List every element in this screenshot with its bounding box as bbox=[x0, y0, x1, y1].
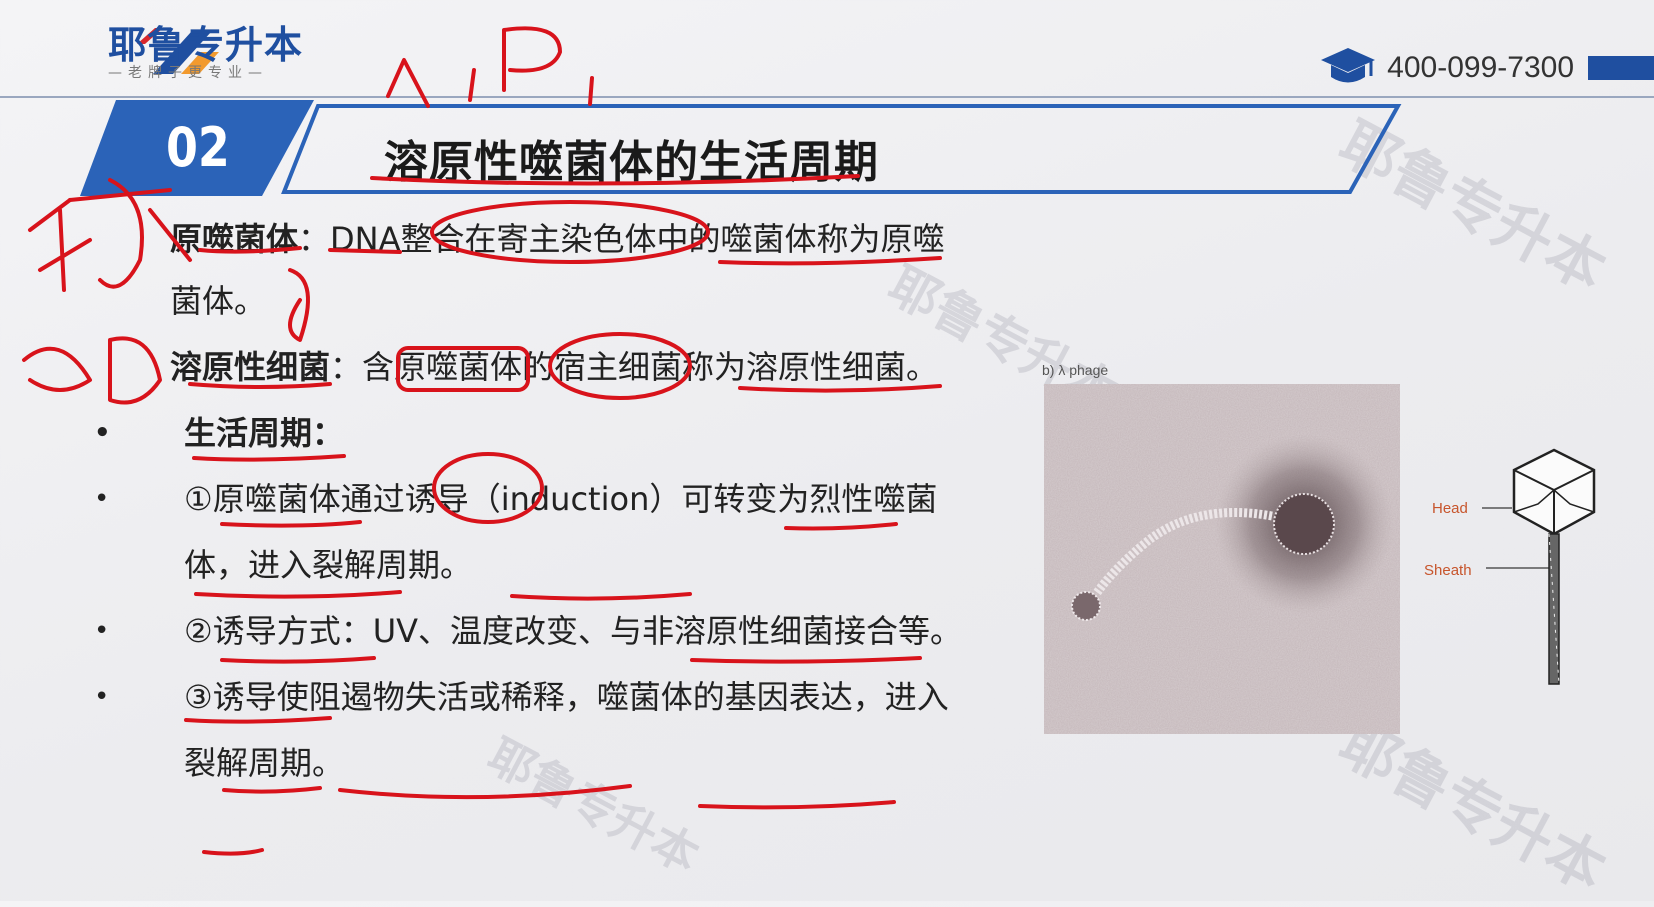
section-number: 02 bbox=[166, 116, 230, 179]
definition-prophage: 原噬菌体：DNA整合在寄主染色体中的噬菌体称为原噬菌体。 bbox=[170, 208, 950, 332]
phone-number: 400-099-7300 bbox=[1387, 51, 1574, 84]
list-item: ③诱导使阻遏物失活或稀释，噬菌体的基因表达，进入裂解周期。 bbox=[88, 664, 968, 796]
term-separator: ： bbox=[330, 348, 363, 386]
section-title: 溶原性噬菌体的生活周期 bbox=[384, 137, 879, 188]
definition-text: 含原噬菌体的宿主细菌称为溶原性细菌。 bbox=[362, 348, 939, 386]
term-separator: ： bbox=[298, 220, 331, 258]
term-lysogenic-bacteria: 溶原性细菌 bbox=[170, 348, 331, 386]
brand-slogan: —老牌子更专业— bbox=[108, 65, 268, 81]
phone-contact: 400-099-7300 bbox=[1319, 44, 1654, 92]
graduation-cap-icon bbox=[1321, 48, 1376, 83]
list-item: ①原噬菌体通过诱导（induction）可转变为烈性噬菌体，进入裂解周期。 bbox=[88, 466, 968, 598]
life-cycle-list: 生活周期： ①原噬菌体通过诱导（induction）可转变为烈性噬菌体，进入裂解… bbox=[88, 400, 968, 796]
definition-lysogenic-bacteria: 溶原性细菌：含原噬菌体的宿主细菌称为溶原性细菌。 bbox=[170, 336, 970, 398]
list-item: ②诱导方式：UV、温度改变、与非溶原性细菌接合等。 bbox=[88, 598, 968, 664]
term-prophage: 原噬菌体 bbox=[170, 220, 299, 258]
figure-caption: b) λ phage bbox=[1042, 362, 1109, 378]
list-item: 生活周期： bbox=[88, 400, 968, 466]
label-head: Head bbox=[1432, 500, 1468, 517]
brand-name: 耶鲁专升本 bbox=[108, 23, 304, 67]
label-sheath: Sheath bbox=[1424, 562, 1472, 579]
accent-bar bbox=[1588, 56, 1654, 80]
phage-micrograph bbox=[1044, 384, 1400, 734]
